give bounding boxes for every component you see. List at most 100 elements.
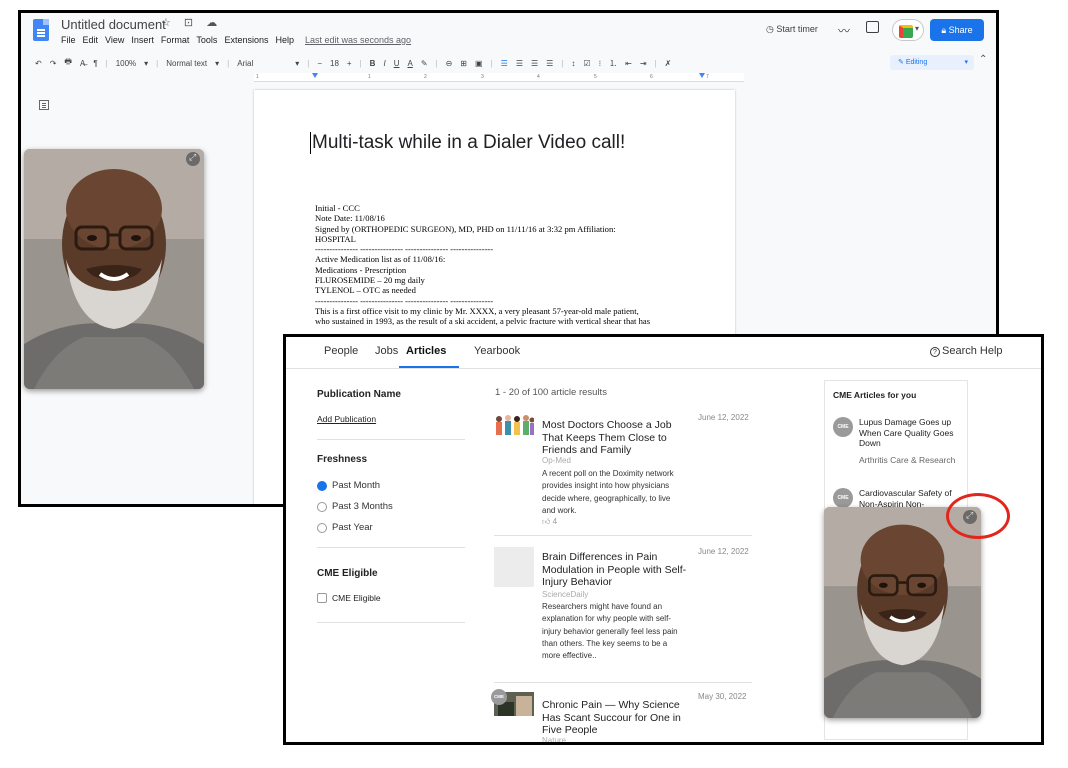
insert-image-icon[interactable]: ▣ <box>475 59 483 68</box>
like-count: 4 <box>552 517 558 526</box>
article-card[interactable]: Brain Differences in Pain Modulation in … <box>494 547 752 667</box>
numbered-list-icon[interactable]: ⒈ <box>609 58 617 69</box>
left-indent-marker[interactable] <box>312 73 318 78</box>
font-select[interactable]: Arial <box>237 59 287 68</box>
bulleted-list-icon[interactable]: ⁝ <box>599 59 602 68</box>
article-title[interactable]: Most Doctors Choose a Job That Keeps The… <box>542 419 692 457</box>
add-comment-icon[interactable]: ⊞ <box>460 59 467 68</box>
chevron-down-icon[interactable]: ▾ <box>215 59 219 68</box>
cme-panel-heading: CME Articles for you <box>833 390 917 400</box>
chevron-down-icon[interactable]: ▾ <box>144 59 148 68</box>
editing-mode-select[interactable]: ✎ Editing ▾ <box>890 55 974 70</box>
ruler[interactable]: 1 1 2 3 4 5 6 7 <box>254 73 744 82</box>
document-heading[interactable]: Multi-task while in a Dialer Video call! <box>310 132 625 154</box>
style-select[interactable]: Normal text <box>166 59 207 68</box>
radio-label: Past Month <box>332 480 381 491</box>
filter-divider <box>317 622 465 623</box>
document-body[interactable]: Initial - CCC Note Date: 11/08/16 Signed… <box>315 203 715 327</box>
article-thumbnail[interactable]: CME <box>491 689 534 716</box>
italic-button[interactable]: I <box>383 59 385 68</box>
right-indent-marker[interactable] <box>699 73 705 78</box>
hide-menus-chevron-icon[interactable]: ⌃ <box>979 54 987 65</box>
last-edit-link[interactable]: Last edit was seconds ago <box>305 35 411 45</box>
bold-button[interactable]: B <box>370 59 376 68</box>
zoom-select[interactable]: 100% <box>116 59 136 68</box>
add-publication-link[interactable]: Add Publication <box>317 414 376 424</box>
print-icon[interactable]: 🖶 <box>64 56 72 70</box>
cme-article-item[interactable]: CME Lupus Damage Goes up When Care Quali… <box>833 417 965 477</box>
nav-jobs[interactable]: Jobs <box>375 345 398 357</box>
menu-tools[interactable]: Tools <box>196 35 217 45</box>
activity-trend-icon[interactable]: 〰 <box>838 22 850 39</box>
increase-font-size-button[interactable]: + <box>347 59 352 68</box>
article-likes[interactable]: 👍︎ 4 <box>542 517 557 527</box>
article-thumbnail[interactable] <box>494 413 535 435</box>
cme-article-title[interactable]: Lupus Damage Goes up When Care Quality G… <box>859 417 963 449</box>
clear-formatting-icon[interactable]: ✗ <box>665 59 672 68</box>
video-call-tile[interactable] <box>24 149 204 389</box>
link-icon[interactable]: ⊖ <box>446 59 453 68</box>
menu-edit[interactable]: Edit <box>83 35 99 45</box>
meet-button[interactable] <box>892 19 924 41</box>
cme-article-title[interactable]: Cardiovascular Safety of Non-Aspirin Non… <box>859 488 963 509</box>
radio-past-year[interactable]: Past Year <box>317 522 373 533</box>
video-call-tile[interactable] <box>824 507 981 718</box>
docs-logo-icon[interactable] <box>33 19 49 41</box>
article-card[interactable]: Most Doctors Choose a Job That Keeps The… <box>494 413 752 533</box>
ruler-number: 6 <box>650 74 653 80</box>
checklist-icon[interactable]: ☑ <box>583 59 590 68</box>
menu-help[interactable]: Help <box>275 35 294 45</box>
nav-articles[interactable]: Articles <box>406 345 446 357</box>
redo-icon[interactable]: ↷ <box>50 59 57 68</box>
menu-extensions[interactable]: Extensions <box>224 35 268 45</box>
font-size-input[interactable]: 18 <box>330 59 339 68</box>
increase-indent-icon[interactable]: ⇥ <box>640 59 647 68</box>
article-title[interactable]: Chronic Pain — Why Science Has Scant Suc… <box>542 699 692 737</box>
chevron-down-icon[interactable]: ▾ <box>295 59 299 68</box>
menu-view[interactable]: View <box>105 35 124 45</box>
menu-file[interactable]: File <box>61 35 76 45</box>
ruler-number: 2 <box>424 74 427 80</box>
menu-format[interactable]: Format <box>161 35 190 45</box>
menu-insert[interactable]: Insert <box>131 35 154 45</box>
radio-past-3-months[interactable]: Past 3 Months <box>317 501 393 512</box>
line-spacing-icon[interactable]: ↕ <box>571 59 575 68</box>
cme-eligible-checkbox[interactable]: CME Eligible <box>317 593 381 603</box>
article-title[interactable]: Brain Differences in Pain Modulation in … <box>542 551 692 589</box>
article-description: Researchers might have found an explanat… <box>542 602 678 661</box>
star-folder-cloud-icons[interactable]: ☆ ⊡ ☁ <box>161 16 222 29</box>
article-card[interactable]: CME Chronic Pain — Why Science Has Scant… <box>491 689 752 742</box>
align-justify-icon[interactable]: ☰ <box>546 59 553 68</box>
align-left-icon[interactable]: ☰ <box>501 59 508 68</box>
toolbar-divider: | <box>156 58 159 68</box>
decrease-font-size-button[interactable]: − <box>317 59 322 68</box>
caller-video-image <box>24 149 204 389</box>
undo-icon[interactable]: ↶ <box>35 59 42 68</box>
radio-past-month[interactable]: Past Month <box>317 480 380 491</box>
text-color-button[interactable]: A <box>407 59 412 68</box>
start-timer-label: Start timer <box>776 24 818 34</box>
thumbs-up-icon: 👍︎ <box>542 517 551 526</box>
decrease-indent-icon[interactable]: ⇤ <box>625 59 632 68</box>
share-button[interactable]: 🔒︎ Share <box>930 19 984 41</box>
paint-format-icon[interactable]: ¶ <box>93 59 97 68</box>
active-tab-indicator <box>399 366 459 368</box>
align-center-icon[interactable]: ☰ <box>516 59 523 68</box>
nav-yearbook[interactable]: Yearbook <box>474 345 520 357</box>
comment-history-icon[interactable] <box>866 21 879 33</box>
highlight-icon[interactable]: ✎ <box>421 59 428 68</box>
underline-button[interactable]: U <box>394 59 400 68</box>
start-timer-button[interactable]: ◷ Start timer <box>766 24 818 35</box>
radio-selected-icon <box>317 480 327 491</box>
align-right-icon[interactable]: ☰ <box>531 59 538 68</box>
article-date: May 30, 2022 <box>698 692 747 701</box>
nav-people[interactable]: People <box>324 345 358 357</box>
document-title[interactable]: Untitled document <box>61 17 166 32</box>
document-outline-icon[interactable] <box>39 100 49 110</box>
spellcheck-icon[interactable]: A̶ <box>80 59 85 68</box>
article-thumbnail[interactable] <box>494 547 534 587</box>
search-help-link[interactable]: ? Search Help <box>930 345 1003 357</box>
ruler-number: 5 <box>594 74 597 80</box>
radio-label: Past Year <box>332 522 373 533</box>
expand-icon[interactable] <box>186 152 200 166</box>
